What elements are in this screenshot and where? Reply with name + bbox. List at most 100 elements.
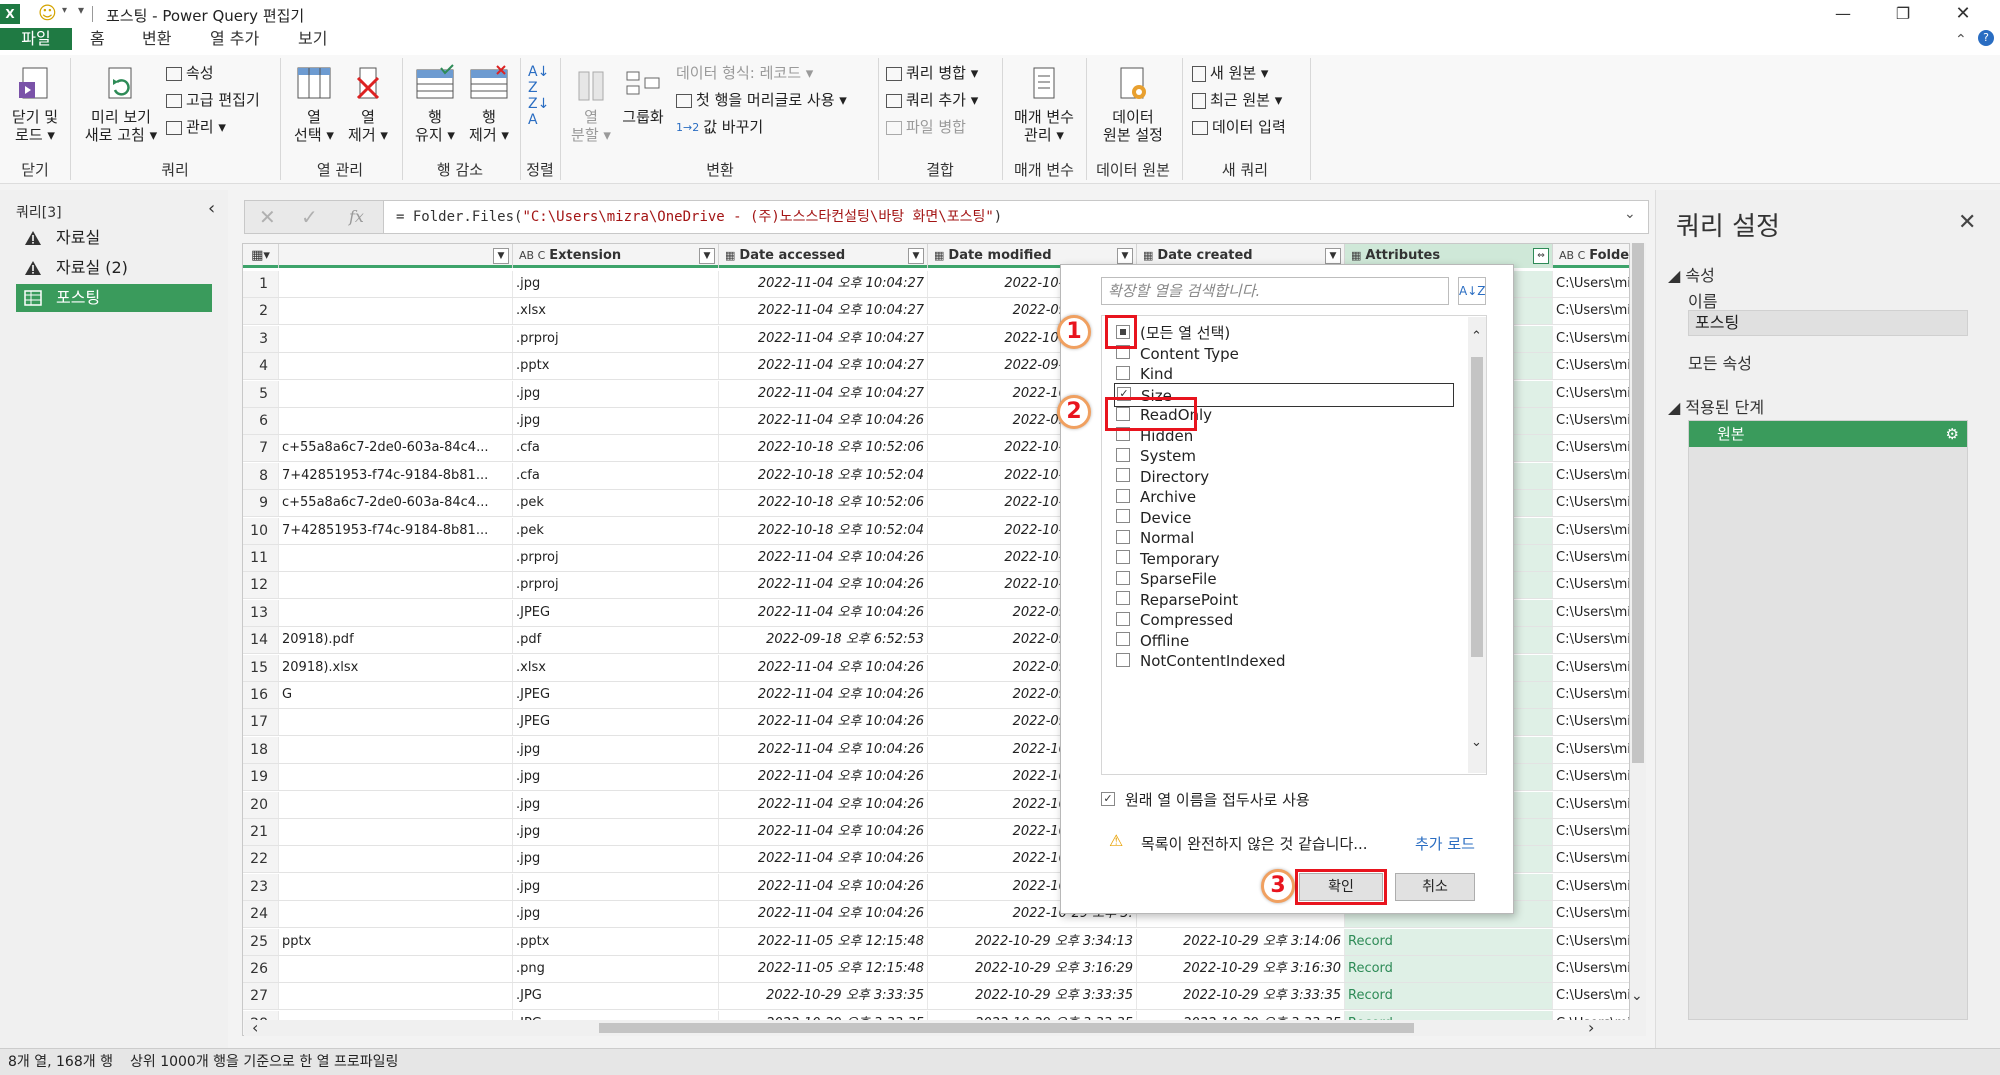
cell-date-accessed[interactable]: 2022-11-04 오후 10:04:26 (719, 819, 928, 845)
cell-folder-path[interactable]: C:\Users\mizra\( (1553, 737, 1629, 763)
cell-folder-path[interactable]: C:\Users\mizra\( (1553, 983, 1629, 1009)
cell-folder-path[interactable]: C:\Users\mizra\( (1553, 463, 1629, 489)
cell-extension[interactable]: .jpg (513, 736, 719, 763)
option-checkbox[interactable] (1116, 365, 1130, 380)
cell-date-modified[interactable]: 2022-10-29 오후 3:16:29 (928, 956, 1137, 982)
datetime-type-icon[interactable]: ▦ (725, 249, 735, 262)
cell-extension[interactable]: .jpg (513, 873, 719, 900)
cell-name[interactable] (279, 325, 513, 352)
expand-search-input[interactable]: 확장할 열을 검색합니다. (1101, 277, 1449, 305)
vertical-scroll-thumb[interactable] (1632, 243, 1644, 763)
cell-extension[interactable]: .JPG (513, 983, 719, 1010)
row-number[interactable]: 11 (243, 545, 279, 571)
table-row[interactable]: 27 .JPG 2022-10-29 오후 3:33:35 2022-10-29 오후… (243, 983, 1629, 1011)
row-number[interactable]: 13 (243, 599, 279, 626)
cell-folder-path[interactable]: C:\Users\mizra\( (1553, 490, 1629, 516)
row-number[interactable]: 26 (243, 956, 279, 982)
cell-folder-path[interactable]: C:\Users\mizra\( (1553, 408, 1629, 434)
group-by-button[interactable]: 그룹화 (616, 64, 670, 126)
cell-folder-path[interactable]: C:\Users\mizra\( (1553, 435, 1629, 461)
filter-dropdown-icon[interactable]: ▼ (1117, 248, 1133, 264)
help-icon[interactable]: ? (1978, 30, 1994, 46)
cell-name[interactable] (279, 983, 513, 1010)
cell-extension[interactable]: .jpg (513, 846, 719, 873)
option-checkbox[interactable] (1116, 529, 1130, 544)
use-prefix-check[interactable]: ✓ (1101, 791, 1115, 806)
cell-name[interactable]: pptx (279, 928, 513, 955)
cell-name[interactable] (279, 901, 513, 928)
cell-date-accessed[interactable]: 2022-11-04 오후 10:04:26 (719, 545, 928, 571)
advanced-editor-button[interactable]: 고급 편집기 (166, 89, 260, 111)
manage-parameters-button[interactable]: 매개 변수 관리 ▾ (1006, 64, 1082, 144)
choose-columns-button[interactable]: 열 선택 ▾ (288, 64, 340, 144)
cell-extension[interactable]: .png (513, 956, 719, 982)
cell-name[interactable] (279, 545, 513, 571)
list-scroll-down-icon[interactable]: ⌄ (1471, 735, 1482, 750)
list-scrollbar[interactable]: ⌃ ⌄ (1468, 317, 1486, 773)
column-header-date-accessed[interactable]: ▦ Date accessed ▼ (719, 244, 928, 268)
cell-date-accessed[interactable]: 2022-11-04 오후 10:04:26 (719, 654, 928, 681)
cell-folder-path[interactable]: C:\Users\mizra\( (1553, 764, 1629, 790)
cell-extension[interactable]: .prproj (513, 545, 719, 571)
minimize-button[interactable]: — (1820, 0, 1866, 28)
option-checkbox[interactable] (1116, 550, 1130, 564)
sort-descending-button[interactable]: Z↓ A (528, 96, 549, 128)
cell-extension[interactable]: .cfa (513, 462, 719, 489)
row-number[interactable]: 12 (243, 572, 279, 599)
cell-date-created[interactable]: 2022-10-29 오후 3:33:35 (1137, 983, 1345, 1010)
datetime-type-icon[interactable]: ▦ (934, 249, 944, 262)
restore-button[interactable]: ❐ (1880, 0, 1926, 28)
option-checkbox[interactable] (1116, 447, 1130, 462)
close-window-button[interactable]: ✕ (1940, 0, 1986, 28)
row-number[interactable]: 6 (243, 408, 279, 434)
tab-home[interactable]: 홈 (90, 28, 105, 50)
cell-folder-path[interactable]: C:\Users\mizra\( (1553, 298, 1629, 324)
cell-date-accessed[interactable]: 2022-11-04 오후 10:04:27 (719, 325, 928, 352)
cell-extension[interactable]: .JPEG (513, 682, 719, 708)
cell-folder-path[interactable]: C:\Users\mizra\( (1553, 353, 1629, 379)
expand-column-option[interactable]: NotContentIndexed (1116, 649, 1286, 673)
cell-name[interactable] (279, 819, 513, 845)
expand-formula-icon[interactable]: ⌄ (1624, 206, 1636, 222)
cell-name[interactable]: 20918).pdf (279, 627, 513, 654)
cell-folder-path[interactable]: C:\Users\mizra\( (1553, 792, 1629, 818)
scroll-down-icon[interactable]: ⌄ (1631, 988, 1643, 1004)
close-pane-icon[interactable]: ✕ (1958, 210, 1976, 235)
cell-date-accessed[interactable]: 2022-10-18 오후 10:52:04 (719, 517, 928, 544)
cell-date-accessed[interactable]: 2022-09-18 오후 6:52:53 (719, 627, 928, 654)
cell-folder-path[interactable]: C:\Users\mizra\( (1553, 271, 1629, 297)
cell-extension[interactable]: .xlsx (513, 654, 719, 681)
cell-name[interactable]: 7+42851953-f74c-9184-8b81... (279, 517, 513, 544)
vertical-scrollbar[interactable]: ⌄ (1630, 243, 1646, 1036)
qat-customize-icon[interactable]: ▾ (78, 3, 84, 17)
row-number[interactable]: 4 (243, 353, 279, 380)
cell-name[interactable] (279, 764, 513, 791)
combine-files-button[interactable]: 파일 병합 (886, 116, 966, 138)
cell-attributes[interactable]: Record (1345, 928, 1553, 955)
cell-extension[interactable]: .cfa (513, 435, 719, 462)
cell-folder-path[interactable]: C:\Users\mizra\( (1553, 381, 1629, 407)
cell-extension[interactable]: .jpg (513, 271, 719, 297)
recent-sources-button[interactable]: 최근 원본 ▾ (1192, 89, 1282, 111)
query-name-input[interactable]: 포스팅 (1688, 310, 1968, 336)
cell-folder-path[interactable]: C:\Users\mizra\( (1553, 572, 1629, 598)
column-header-extension[interactable]: AB C Extension ▼ (513, 244, 719, 268)
cell-extension[interactable]: .pdf (513, 627, 719, 654)
cell-extension[interactable]: .xlsx (513, 298, 719, 325)
horizontal-scrollbar[interactable]: ‹ › (244, 1018, 1632, 1037)
step-settings-gear-icon[interactable]: ⚙ (1946, 421, 1959, 447)
filter-dropdown-icon[interactable]: ▼ (908, 248, 924, 264)
cell-extension[interactable]: .jpg (513, 380, 719, 407)
cell-extension[interactable]: .pptx (513, 353, 719, 380)
text-type-icon[interactable]: AB C (519, 249, 545, 262)
cell-folder-path[interactable]: C:\Users\mizra\( (1553, 655, 1629, 681)
row-number[interactable]: 7 (243, 435, 279, 462)
cell-date-accessed[interactable]: 2022-11-04 오후 10:04:27 (719, 298, 928, 325)
applied-steps-section-header[interactable]: ◢ 적용된 단계 (1668, 394, 1764, 418)
row-number[interactable]: 22 (243, 846, 279, 873)
cell-name[interactable] (279, 736, 513, 763)
option-checkbox[interactable] (1116, 611, 1130, 626)
cell-folder-path[interactable]: C:\Users\mizra\( (1553, 819, 1629, 845)
row-number[interactable]: 23 (243, 873, 279, 900)
cell-date-accessed[interactable]: 2022-11-04 오후 10:04:26 (719, 709, 928, 736)
